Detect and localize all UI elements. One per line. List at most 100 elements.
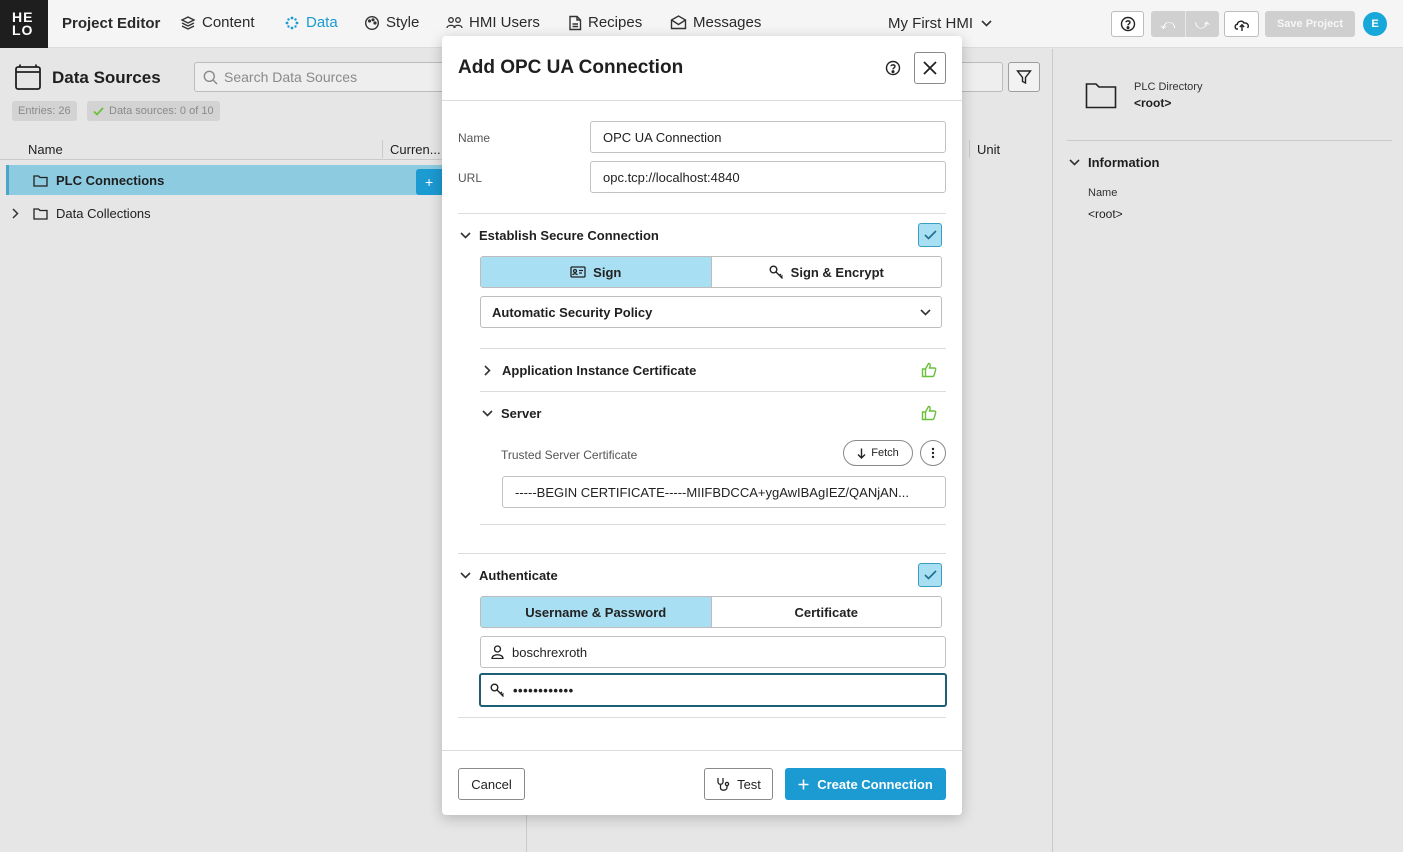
section-title: Application Instance Certificate: [502, 363, 697, 378]
folder-icon: [1085, 83, 1117, 109]
app-logo[interactable]: HE LO: [0, 0, 48, 48]
app-cert-section-toggle[interactable]: Application Instance Certificate: [484, 363, 696, 378]
information-section-toggle[interactable]: Information: [1069, 155, 1160, 170]
nav-data[interactable]: Data: [284, 14, 338, 31]
secure-connection-section-toggle[interactable]: Establish Secure Connection: [460, 228, 659, 243]
stethoscope-icon: [717, 777, 730, 791]
nav-hmi-users[interactable]: HMI Users: [446, 14, 540, 31]
nav-messages[interactable]: Messages: [670, 14, 761, 31]
check-icon: [923, 230, 937, 240]
document-icon: [569, 15, 582, 30]
fetch-label: Fetch: [871, 447, 899, 459]
id-card-icon: [570, 266, 586, 278]
chevron-down-icon: [460, 572, 471, 579]
chevron-down-icon: [482, 410, 493, 417]
envelope-icon: [670, 15, 687, 30]
thumbs-up-icon: [921, 362, 937, 378]
password-input[interactable]: ••••••••••••: [479, 673, 947, 707]
trusted-cert-label: Trusted Server Certificate: [501, 448, 638, 462]
tree-item-label: Data Collections: [56, 205, 151, 221]
column-current[interactable]: Curren...: [390, 142, 441, 157]
search-icon: [203, 70, 218, 84]
column-divider: [969, 140, 970, 158]
secure-connection-checkbox[interactable]: [918, 223, 942, 247]
authenticate-section-toggle[interactable]: Authenticate: [460, 568, 558, 583]
data-sources-count-text: Data sources: 0 of 10: [109, 105, 214, 117]
dialog-title: Add OPC UA Connection: [458, 57, 684, 78]
chevron-right-icon[interactable]: [12, 207, 19, 219]
save-project-button[interactable]: Save Project: [1265, 11, 1355, 37]
details-panel: PLC Directory <root> Information Name <r…: [1052, 49, 1403, 852]
create-connection-button[interactable]: Create Connection: [785, 768, 946, 800]
password-value: ••••••••••••: [513, 682, 574, 698]
folder-icon: [33, 174, 48, 187]
help-button[interactable]: [1111, 11, 1144, 37]
section-title: Authenticate: [479, 568, 558, 583]
nav-data-label: Data: [306, 14, 338, 31]
section-title: Information: [1088, 155, 1160, 170]
nav-recipes[interactable]: Recipes: [568, 14, 642, 31]
cancel-button[interactable]: Cancel: [458, 768, 525, 800]
name-input[interactable]: OPC UA Connection: [590, 121, 946, 153]
certificate-input[interactable]: -----BEGIN CERTIFICATE-----MIIFBDCCA+ygA…: [502, 476, 946, 508]
more-options-button[interactable]: [920, 440, 946, 466]
divider: [480, 348, 946, 349]
nav-content[interactable]: Content: [180, 14, 255, 31]
check-icon: [93, 106, 104, 116]
user-icon: [491, 645, 504, 659]
item-name: <root>: [1134, 96, 1172, 110]
username-input[interactable]: boschrexroth: [480, 636, 946, 668]
nav-style-label: Style: [386, 14, 420, 31]
users-icon: [446, 16, 463, 28]
fetch-button[interactable]: Fetch: [843, 440, 913, 466]
search-placeholder: Search Data Sources: [224, 69, 358, 85]
divider: [442, 750, 962, 751]
entries-badge: Entries: 26: [12, 101, 77, 121]
info-name-label: Name: [1088, 187, 1118, 199]
nav-style[interactable]: Style: [364, 14, 419, 31]
url-value: opc.tcp://localhost:4840: [603, 169, 740, 185]
divider: [458, 213, 946, 214]
column-unit[interactable]: Unit: [977, 142, 1000, 157]
test-button[interactable]: Test: [704, 768, 773, 800]
sign-option[interactable]: Sign: [481, 257, 711, 287]
key-icon: [490, 683, 504, 697]
project-selector[interactable]: My First HMI: [888, 15, 992, 32]
cloud-upload-icon: [1233, 20, 1249, 31]
name-label: Name: [458, 131, 491, 145]
deploy-button[interactable]: [1224, 11, 1259, 37]
tree-item-plc-connections[interactable]: PLC Connections: [6, 165, 446, 195]
arrow-down-icon: [857, 448, 866, 459]
security-mode-toggle: Sign Sign & Encrypt: [480, 256, 942, 288]
nav-hmi-users-label: HMI Users: [469, 14, 540, 31]
close-button[interactable]: [914, 52, 946, 84]
certificate-option[interactable]: Certificate: [710, 597, 942, 627]
divider: [480, 391, 946, 392]
help-icon[interactable]: [885, 60, 901, 76]
filter-button[interactable]: [1008, 62, 1040, 92]
url-input[interactable]: opc.tcp://localhost:4840: [590, 161, 946, 193]
property-search-input[interactable]: [962, 62, 1003, 92]
sign-encrypt-option[interactable]: Sign & Encrypt: [710, 257, 942, 287]
redo-icon[interactable]: ⤻: [1186, 11, 1220, 37]
info-name-value: <root>: [1088, 207, 1123, 221]
server-section-toggle[interactable]: Server: [482, 406, 541, 421]
username-password-label: Username & Password: [525, 604, 667, 620]
app-title: Project Editor: [62, 15, 161, 32]
key-icon: [769, 265, 783, 279]
column-name[interactable]: Name: [28, 142, 63, 157]
project-name: My First HMI: [888, 15, 973, 32]
data-dots-icon: [285, 16, 299, 29]
username-password-option[interactable]: Username & Password: [481, 597, 711, 627]
security-policy-select[interactable]: Automatic Security Policy: [480, 296, 942, 328]
url-label: URL: [458, 171, 483, 185]
chevron-down-icon: [981, 20, 992, 27]
authenticate-checkbox[interactable]: [918, 563, 942, 587]
undo-icon[interactable]: ⤺: [1151, 11, 1186, 37]
entries-text: Entries: 26: [18, 105, 71, 117]
user-avatar[interactable]: E: [1363, 12, 1387, 36]
nav-recipes-label: Recipes: [588, 14, 643, 31]
auth-mode-toggle: Username & Password Certificate: [480, 596, 942, 628]
nav-messages-label: Messages: [693, 14, 762, 31]
column-divider: [382, 140, 383, 158]
